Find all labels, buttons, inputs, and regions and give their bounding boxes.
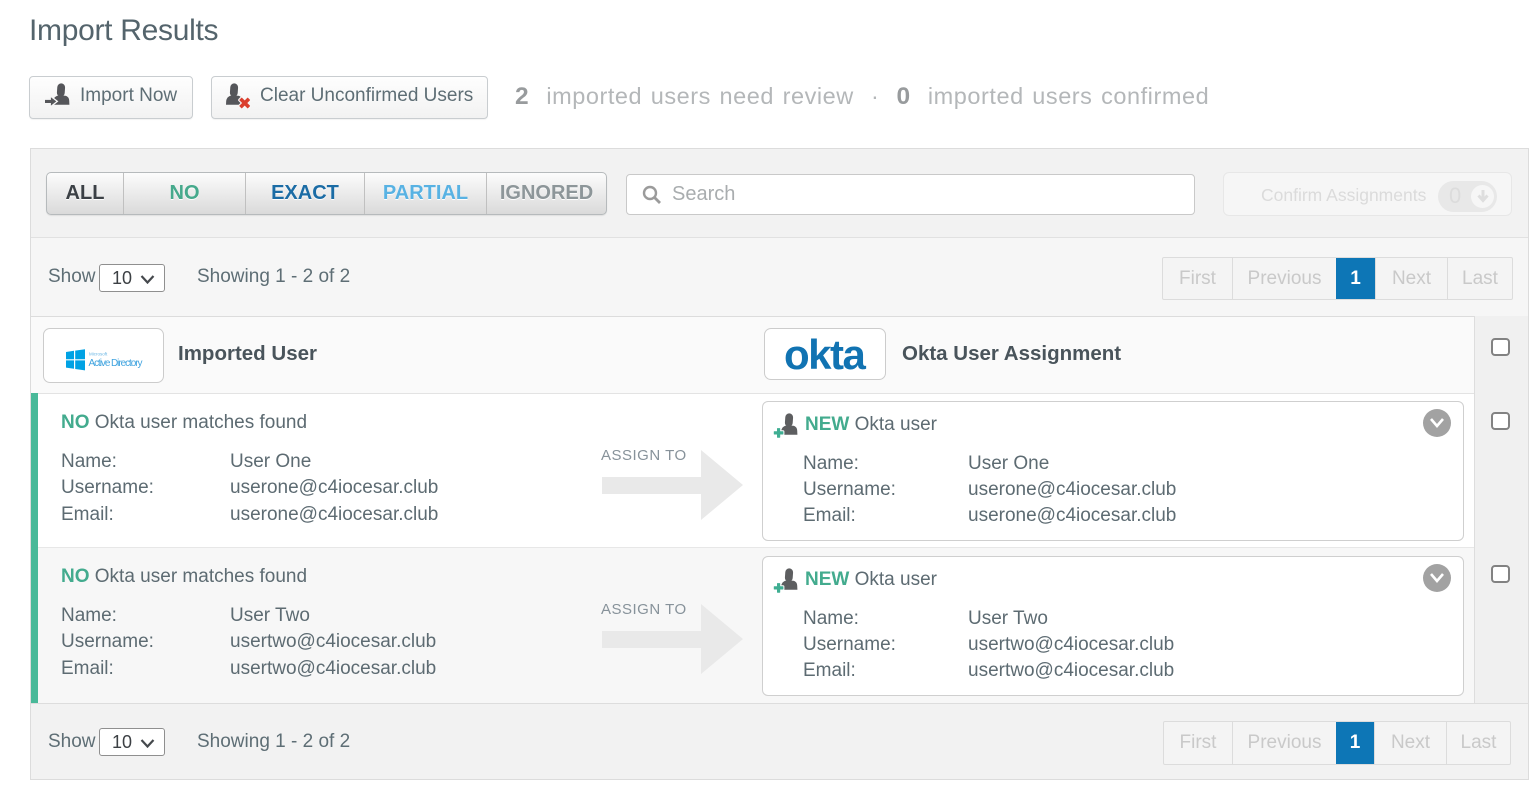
svg-text:Active Directory: Active Directory [89, 358, 143, 369]
svg-text:Microsoft: Microsoft [89, 352, 108, 357]
